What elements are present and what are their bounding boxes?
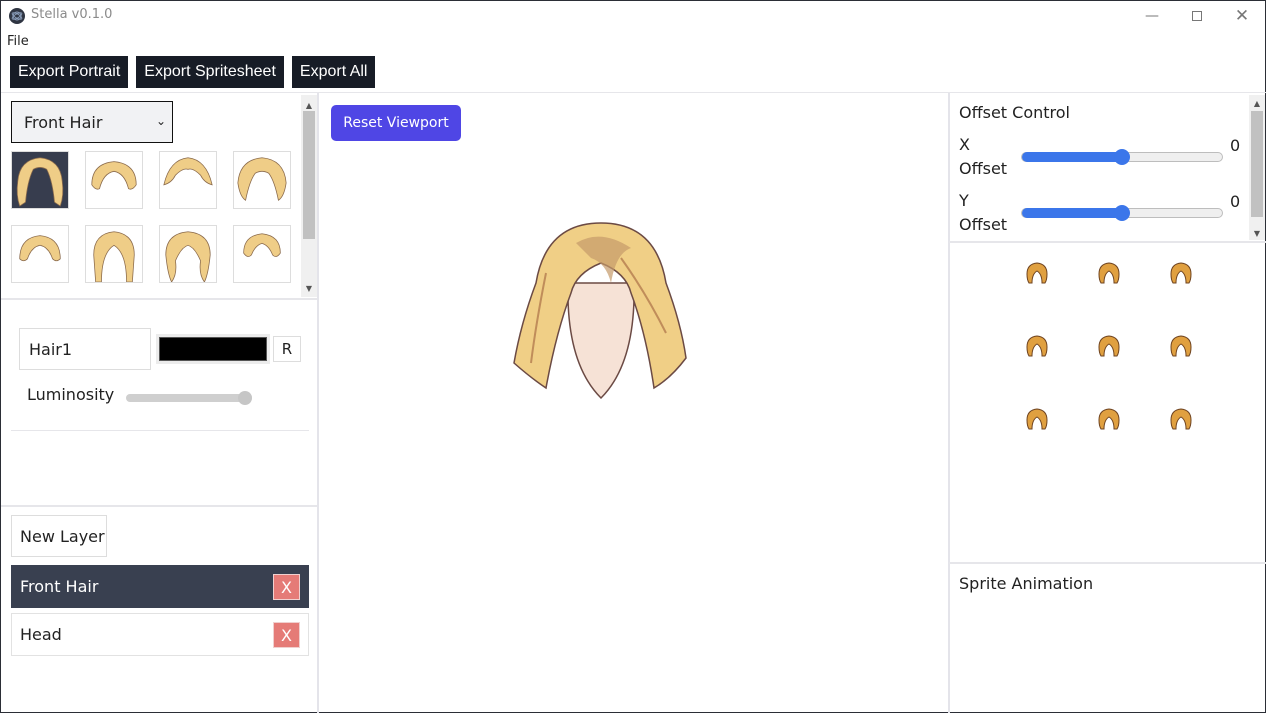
layer-name: Head: [20, 625, 62, 644]
title-bar: Stella v0.1.0 — ✕: [1, 1, 1265, 31]
x-offset-slider-fill: [1022, 152, 1122, 162]
color-swatch: [159, 337, 267, 361]
window-title: Stella v0.1.0: [31, 7, 113, 22]
y-offset-label-line1: Y: [959, 191, 969, 210]
part-thumbnail[interactable]: [11, 225, 69, 283]
hair-icon: [19, 235, 61, 262]
y-offset-label: Y Offset: [959, 189, 1007, 237]
reset-color-button[interactable]: R: [273, 336, 301, 362]
sprite-frame: [1024, 260, 1050, 286]
sprite-frame: [1096, 260, 1122, 286]
part-thumbnail[interactable]: [159, 151, 217, 209]
close-window-button[interactable]: ✕: [1219, 1, 1265, 31]
scroll-down-icon[interactable]: ▼: [1249, 229, 1265, 238]
sprite-frame: [1024, 333, 1050, 359]
section-divider: [1, 505, 317, 507]
x-offset-label: X Offset: [959, 133, 1007, 181]
scroll-thumb[interactable]: [1251, 111, 1263, 217]
x-offset-label-line1: X: [959, 135, 970, 154]
part-grid-scrollbar[interactable]: ▲ ▼: [301, 95, 317, 297]
menu-bar: File: [7, 34, 29, 49]
x-offset-label-line2: Offset: [959, 159, 1008, 178]
y-offset-label-line2: Offset: [959, 215, 1008, 234]
maximize-icon: [1192, 11, 1202, 21]
part-thumbnail[interactable]: [11, 151, 69, 209]
sprite-frame: [1096, 406, 1122, 432]
y-offset-slider-knob[interactable]: [1114, 205, 1130, 221]
portrait-image: [513, 222, 687, 400]
sprite-frame: [1168, 260, 1194, 286]
app-window: Stella v0.1.0 — ✕ File Export Portrait E…: [0, 0, 1266, 713]
layer-row[interactable]: Head X: [11, 613, 309, 656]
left-panel-divider: [317, 93, 319, 713]
maximize-button[interactable]: [1174, 1, 1220, 31]
part-type-select[interactable]: Front Hair ⌄: [11, 101, 173, 143]
part-type-selected: Front Hair: [24, 112, 103, 132]
section-divider: [949, 562, 1266, 564]
y-offset-slider[interactable]: [1021, 205, 1223, 221]
color-divider: [11, 430, 309, 431]
scroll-up-icon[interactable]: ▲: [301, 101, 317, 110]
x-offset-slider-knob[interactable]: [1114, 149, 1130, 165]
color-picker[interactable]: [156, 334, 270, 364]
x-offset-slider[interactable]: [1021, 149, 1223, 165]
menu-file[interactable]: File: [7, 34, 29, 49]
hair-icon: [243, 233, 281, 257]
sprite-animation-title: Sprite Animation: [959, 574, 1094, 593]
delete-layer-button[interactable]: X: [273, 622, 300, 648]
y-offset-value: 0: [1230, 192, 1241, 211]
export-spritesheet-button[interactable]: Export Spritesheet: [136, 56, 284, 88]
sprite-frame: [1096, 333, 1122, 359]
hair-icon: [237, 157, 287, 201]
minimize-button[interactable]: —: [1129, 1, 1175, 31]
part-thumbnail[interactable]: [233, 151, 291, 209]
hair-icon: [163, 157, 213, 186]
toolbar-divider: [1, 92, 1266, 93]
hair-icon: [165, 231, 211, 282]
luminosity-label: Luminosity: [27, 385, 115, 404]
new-layer-button[interactable]: New Layer: [11, 515, 107, 557]
part-thumbnail[interactable]: [85, 225, 143, 283]
reset-viewport-button[interactable]: Reset Viewport: [331, 105, 461, 141]
app-logo-icon: [9, 8, 25, 24]
sprite-frame: [1168, 333, 1194, 359]
delete-layer-button[interactable]: X: [273, 574, 300, 600]
offset-control-title: Offset Control: [959, 103, 1070, 122]
part-thumbnail[interactable]: [85, 151, 143, 209]
layer-row[interactable]: Front Hair X: [11, 565, 309, 608]
sprite-frame: [1024, 406, 1050, 432]
hair-icon: [91, 161, 137, 190]
hair-icon: [93, 231, 135, 282]
section-divider: [1, 298, 317, 300]
section-divider: [949, 241, 1266, 243]
toolbar: Export Portrait Export Spritesheet Expor…: [10, 56, 376, 88]
luminosity-slider[interactable]: [126, 391, 252, 405]
part-thumbnail[interactable]: [159, 225, 217, 283]
color-name-field[interactable]: Hair1: [19, 328, 151, 370]
export-portrait-button[interactable]: Export Portrait: [10, 56, 129, 88]
scroll-down-icon[interactable]: ▼: [301, 284, 317, 293]
close-icon: ✕: [1234, 6, 1250, 26]
chevron-down-icon: ⌄: [155, 114, 166, 128]
scroll-thumb[interactable]: [303, 111, 315, 239]
luminosity-slider-knob[interactable]: [238, 391, 252, 405]
part-thumbnail[interactable]: [233, 225, 291, 283]
scroll-up-icon[interactable]: ▲: [1249, 99, 1265, 108]
minimize-icon: —: [1145, 8, 1159, 24]
sprite-frame: [1168, 406, 1194, 432]
y-offset-slider-fill: [1022, 208, 1122, 218]
offset-scrollbar[interactable]: ▲ ▼: [1249, 95, 1265, 240]
character-portrait-canvas[interactable]: [506, 213, 696, 408]
right-panel-divider: [948, 93, 950, 713]
layer-name: Front Hair: [20, 577, 99, 596]
hair-icon: [16, 157, 64, 207]
export-all-button[interactable]: Export All: [291, 56, 376, 88]
x-offset-value: 0: [1230, 136, 1241, 155]
